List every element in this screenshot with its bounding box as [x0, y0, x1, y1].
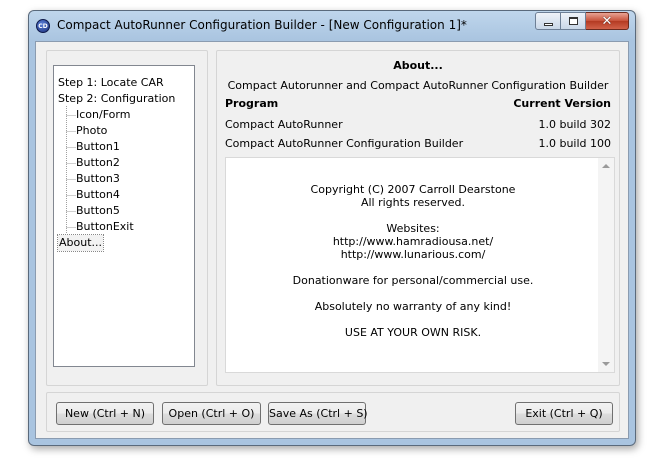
tree-item-button4[interactable]: Button4: [76, 187, 120, 203]
scroll-down-icon[interactable]: [602, 362, 610, 366]
maximize-button[interactable]: [561, 12, 586, 30]
close-button[interactable]: ✕: [586, 12, 629, 30]
maximize-icon: [568, 17, 578, 25]
tree-item-icon-form[interactable]: Icon/Form: [76, 107, 130, 123]
warranty-text: Absolutely no warranty of any kind!: [314, 300, 512, 313]
about-subtitle: Compact Autorunner and Compact AutoRunne…: [227, 79, 609, 92]
tree-item-button2[interactable]: Button2: [76, 155, 120, 171]
risk-text: USE AT YOUR OWN RISK.: [344, 326, 482, 339]
app-window: CD Compact AutoRunner Configuration Buil…: [28, 10, 636, 446]
vertical-scrollbar[interactable]: [598, 158, 614, 372]
open-button[interactable]: Open (Ctrl + O): [162, 402, 261, 425]
client-area: Step 1: Locate CAR Step 2: Configuration…: [35, 41, 629, 439]
websites-label: Websites:: [386, 222, 440, 235]
command-bar: New (Ctrl + N) Open (Ctrl + O) Save As (…: [46, 392, 620, 432]
info-text: Copyright (C) 2007 Carroll Dearstone All…: [226, 183, 600, 339]
tree-item-button1[interactable]: Button1: [76, 139, 120, 155]
navigation-group: Step 1: Locate CAR Step 2: Configuration…: [46, 50, 208, 386]
about-panel: About... Compact Autorunner and Compact …: [216, 50, 620, 386]
program-row-version: 1.0 build 100: [538, 137, 611, 150]
close-icon: ✕: [601, 13, 613, 29]
website-link: http://www.hamradiousa.net/: [332, 235, 494, 248]
tree-item-button5[interactable]: Button5: [76, 203, 120, 219]
save-as-button[interactable]: Save As (Ctrl + S): [268, 402, 368, 425]
title-bar[interactable]: CD Compact AutoRunner Configuration Buil…: [29, 11, 635, 41]
program-column-header: Program: [225, 97, 279, 110]
new-button[interactable]: New (Ctrl + N): [56, 402, 154, 425]
website-link: http://www.lunarious.com/: [340, 248, 486, 261]
scroll-up-icon[interactable]: [602, 164, 610, 168]
tree-item-about[interactable]: About...: [56, 234, 105, 252]
tree-item-button3[interactable]: Button3: [76, 171, 120, 187]
tree-item-button-exit[interactable]: ButtonExit: [76, 219, 134, 235]
minimize-button[interactable]: [535, 12, 561, 30]
tree-item-locate-car[interactable]: Step 1: Locate CAR: [58, 75, 164, 91]
program-row-version: 1.0 build 302: [538, 118, 611, 131]
navigation-tree[interactable]: Step 1: Locate CAR Step 2: Configuration…: [53, 65, 195, 367]
caption-buttons: ✕: [535, 12, 629, 32]
program-row-name: Compact AutoRunner: [225, 118, 343, 131]
app-icon[interactable]: CD: [36, 19, 50, 33]
window-title: Compact AutoRunner Configuration Builder…: [57, 18, 467, 32]
info-textbox[interactable]: Copyright (C) 2007 Carroll Dearstone All…: [225, 157, 615, 373]
tree-item-photo[interactable]: Photo: [76, 123, 107, 139]
rights-text: All rights reserved.: [360, 196, 466, 209]
tree-item-configuration[interactable]: Step 2: Configuration: [58, 91, 175, 107]
exit-button[interactable]: Exit (Ctrl + Q): [515, 402, 613, 425]
program-row-name: Compact AutoRunner Configuration Builder: [225, 137, 464, 150]
copyright-text: Copyright (C) 2007 Carroll Dearstone: [310, 183, 516, 196]
about-title: About...: [393, 59, 443, 72]
donation-text: Donationware for personal/commercial use…: [292, 274, 534, 287]
version-column-header: Current Version: [513, 97, 611, 110]
minimize-icon: [543, 22, 553, 26]
